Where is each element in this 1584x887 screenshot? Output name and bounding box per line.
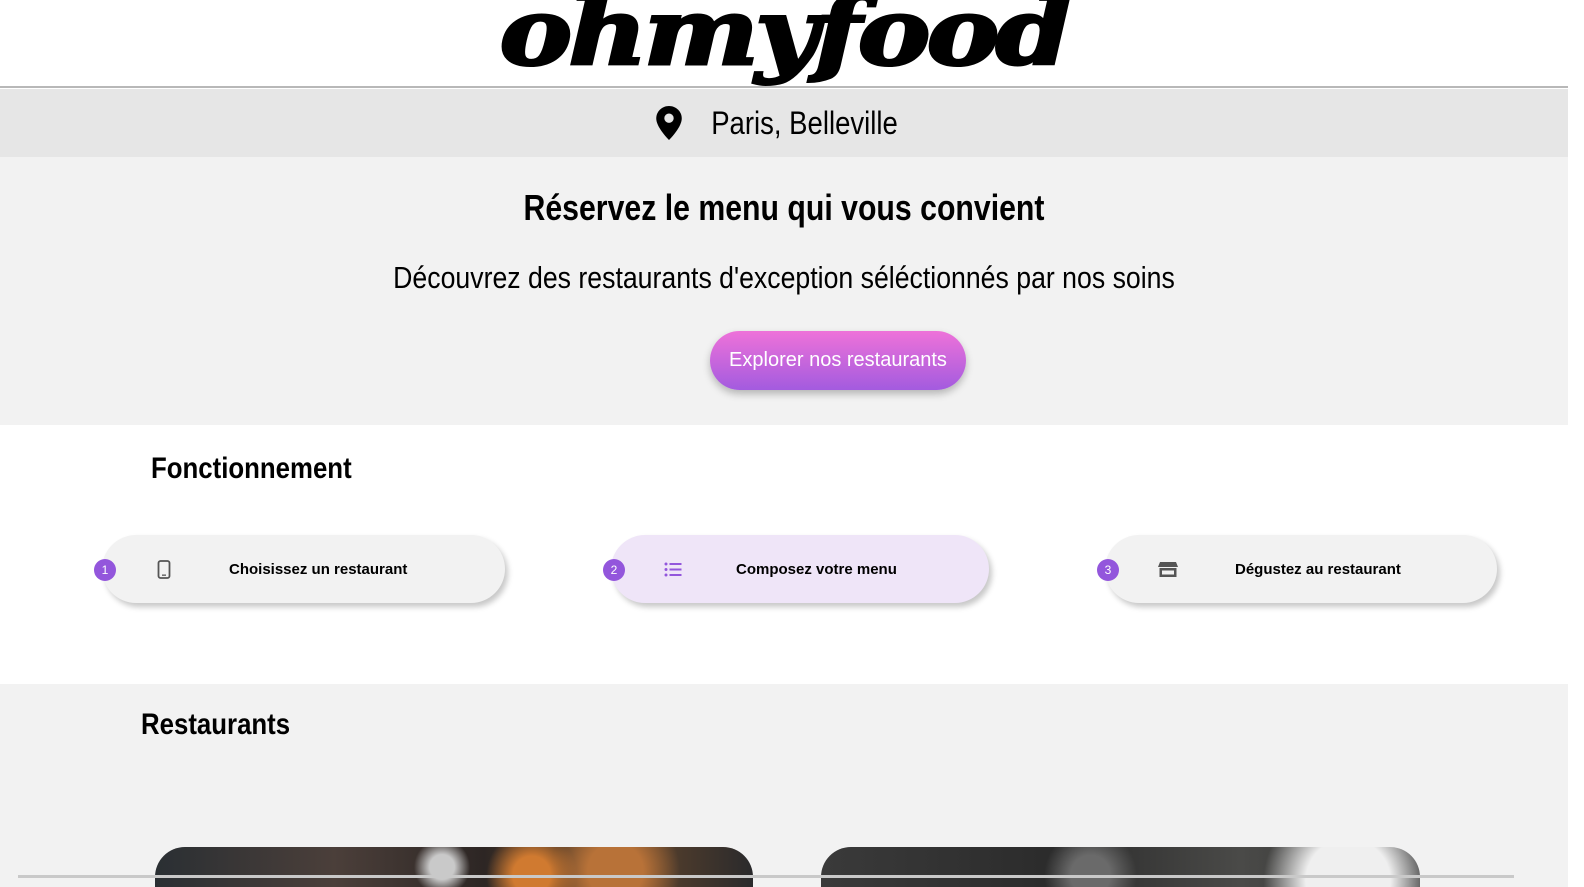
restaurant-card-image[interactable] bbox=[155, 847, 753, 887]
step-enjoy-restaurant[interactable]: 3 Dégustez au restaurant bbox=[1097, 535, 1497, 603]
mobile-phone-icon bbox=[154, 559, 174, 579]
store-icon bbox=[1158, 559, 1178, 579]
location-pin-icon bbox=[655, 106, 682, 140]
step-label: Choisissez un restaurant bbox=[229, 561, 408, 578]
how-it-works-title: Fonctionnement bbox=[151, 452, 352, 485]
restaurants-title: Restaurants bbox=[141, 708, 291, 741]
step-choose-restaurant[interactable]: 1 Choisissez un restaurant bbox=[94, 535, 505, 603]
location-city: Paris, Belleville bbox=[710, 104, 898, 141]
how-it-works-section: Fonctionnement 1 Choisissez un restauran… bbox=[0, 425, 1568, 684]
horizontal-scrollbar[interactable] bbox=[18, 875, 1514, 878]
step-label: Dégustez au restaurant bbox=[1235, 561, 1401, 578]
hero-subtitle: Découvrez des restaurants d'exception sé… bbox=[393, 260, 1175, 295]
step-number-badge: 1 bbox=[94, 559, 116, 581]
restaurant-card-image[interactable] bbox=[821, 847, 1420, 887]
site-header: ohmyfood bbox=[0, 0, 1568, 88]
list-icon bbox=[663, 559, 683, 579]
step-number-badge: 2 bbox=[603, 559, 625, 581]
location-bar: Paris, Belleville bbox=[0, 89, 1568, 157]
hero-section: Réservez le menu qui vous convient Décou… bbox=[0, 157, 1568, 425]
restaurants-section: Restaurants bbox=[0, 684, 1568, 887]
ohmyfood-logo[interactable]: ohmyfood bbox=[498, 0, 1073, 80]
vertical-scrollbar[interactable] bbox=[1568, 0, 1584, 887]
step-compose-menu[interactable]: 2 Composez votre menu bbox=[603, 535, 989, 603]
step-label: Composez votre menu bbox=[736, 561, 897, 578]
page: ohmyfood Paris, Belleville Réservez le m… bbox=[0, 0, 1584, 887]
explore-restaurants-button[interactable]: Explorer nos restaurants bbox=[710, 331, 966, 390]
step-number-badge: 3 bbox=[1097, 559, 1119, 581]
hero-title: Réservez le menu qui vous convient bbox=[523, 187, 1045, 228]
